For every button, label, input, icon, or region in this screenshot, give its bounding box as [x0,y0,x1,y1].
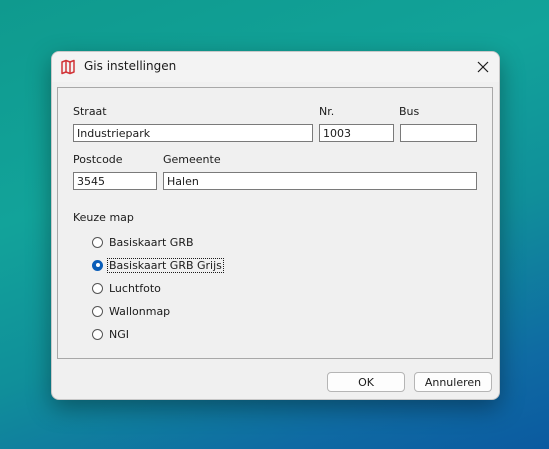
radio-ngi[interactable]: NGI [92,326,130,342]
radio-label: Basiskaart GRB Grijs [107,257,224,273]
straat-label: Straat [73,105,107,118]
radio-label: Luchtfoto [109,281,161,295]
title-bar[interactable]: Gis instellingen [52,52,499,82]
close-button[interactable] [467,52,499,82]
map-choice-label: Keuze map [73,211,134,224]
radio-luchtfoto[interactable]: Luchtfoto [92,280,162,296]
map-icon [60,59,76,75]
radio-button[interactable] [92,305,103,317]
radio-label: Basiskaart GRB [109,235,194,249]
radio-button[interactable] [92,282,103,294]
settings-panel: Straat Industriepark Nr. 1003 Bus Postco… [57,87,493,359]
radio-button[interactable] [92,236,103,248]
bus-input[interactable] [400,124,477,142]
gemeente-input[interactable]: Halen [163,172,477,190]
ok-button[interactable]: OK [327,372,405,392]
straat-input[interactable]: Industriepark [73,124,313,142]
radio-button-selected[interactable] [92,259,103,271]
radio-basiskaart-grb[interactable]: Basiskaart GRB [92,234,195,250]
radio-label: NGI [109,327,129,341]
radio-wallonmap[interactable]: Wallonmap [92,303,171,319]
cancel-button[interactable]: Annuleren [414,372,492,392]
radio-button[interactable] [92,328,103,340]
postcode-input[interactable]: 3545 [73,172,157,190]
nr-label: Nr. [319,105,335,118]
close-icon [477,61,489,73]
gemeente-label: Gemeente [163,153,221,166]
postcode-label: Postcode [73,153,123,166]
radio-label: Wallonmap [109,304,171,318]
bus-label: Bus [399,105,420,118]
gis-settings-dialog: Gis instellingen Straat Industriepark Nr… [51,51,500,400]
radio-basiskaart-grb-grijs[interactable]: Basiskaart GRB Grijs [92,257,224,273]
dialog-title: Gis instellingen [84,59,177,73]
nr-input[interactable]: 1003 [319,124,394,142]
